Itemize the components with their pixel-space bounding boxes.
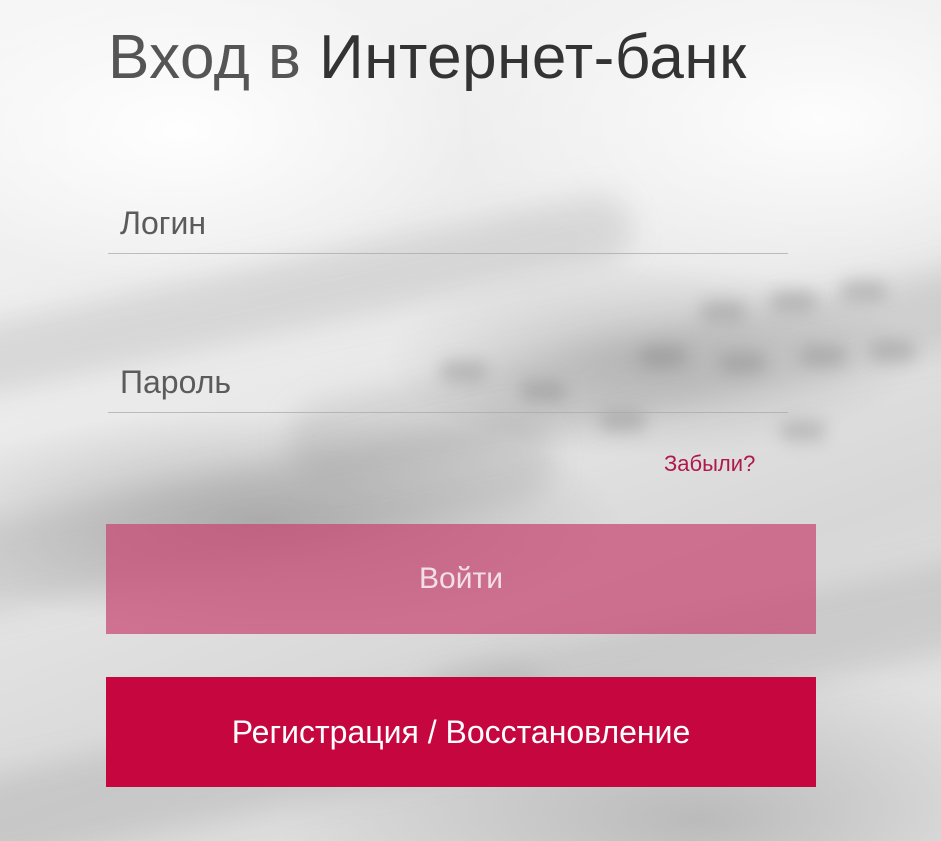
forgot-password-link[interactable]: Забыли? [664, 451, 755, 477]
password-input[interactable] [108, 363, 788, 401]
page-title-prefix: Вход в [108, 23, 302, 92]
login-input[interactable] [108, 204, 788, 242]
register-restore-button[interactable]: Регистрация / Восстановление [106, 677, 816, 787]
login-field [108, 193, 788, 254]
page-title-bank: Интернет-банк [319, 23, 747, 92]
login-button[interactable]: Войти [106, 524, 816, 634]
password-field [108, 352, 788, 413]
login-form: Вход в Интернет-банк Забыли? Войти Регис… [0, 0, 941, 841]
page-title: Вход в Интернет-банк [108, 22, 747, 93]
